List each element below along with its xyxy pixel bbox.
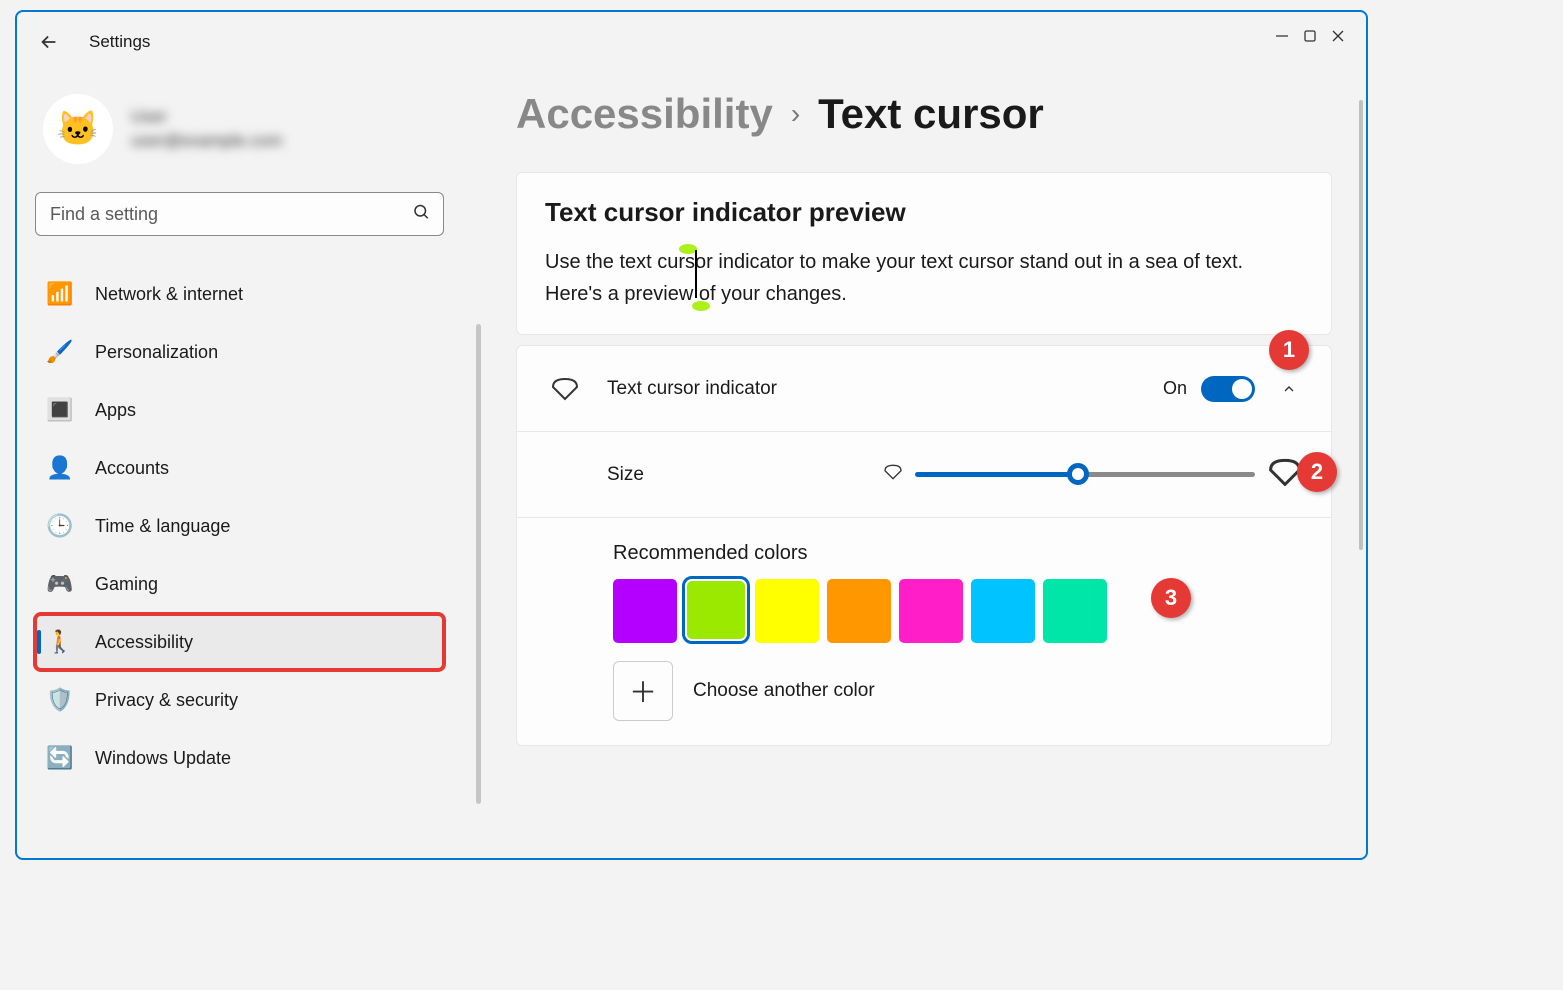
- preview-card: Text cursor indicator preview Use the te…: [516, 172, 1332, 335]
- breadcrumb: Accessibility › Text cursor: [516, 90, 1332, 138]
- update-icon: 🔄: [47, 745, 73, 771]
- search-input[interactable]: [35, 192, 444, 236]
- indicator-label: Text cursor indicator: [607, 378, 1163, 400]
- cursor-indicator-bottom-icon: [692, 301, 710, 311]
- indicator-row[interactable]: Text cursor indicator On 1: [517, 346, 1331, 432]
- brush-icon: 🖌️: [47, 339, 73, 365]
- nav-list: 📶 Network & internet 🖌️ Personalization …: [35, 266, 444, 786]
- choose-color-row: ＋ Choose another color: [613, 661, 1303, 721]
- wifi-icon: 📶: [47, 281, 73, 307]
- swatch-lime[interactable]: [687, 581, 745, 639]
- breadcrumb-current: Text cursor: [818, 90, 1044, 138]
- size-small-icon: [883, 464, 903, 485]
- sidebar-item-label: Time & language: [95, 516, 230, 537]
- chevron-right-icon: ›: [791, 98, 800, 130]
- sidebar-item-gaming[interactable]: 🎮 Gaming: [35, 556, 444, 612]
- toggle-state-label: On: [1163, 378, 1187, 399]
- cursor-indicator-bar-icon: [695, 250, 697, 298]
- sidebar-item-label: Network & internet: [95, 284, 243, 305]
- annotation-1: 1: [1269, 330, 1309, 370]
- swatch-orange[interactable]: [827, 579, 891, 643]
- scrollbar[interactable]: [1359, 100, 1363, 550]
- colors-heading: Recommended colors: [613, 542, 1303, 565]
- swatch-yellow[interactable]: [755, 579, 819, 643]
- sidebar-item-accessibility[interactable]: 🚶 Accessibility: [35, 614, 444, 670]
- cursor-icon: [545, 377, 585, 401]
- swatch-cyan[interactable]: [971, 579, 1035, 643]
- app-title: Settings: [89, 32, 150, 52]
- indicator-group: Text cursor indicator On 1 Size: [516, 345, 1332, 746]
- sidebar-item-label: Accessibility: [95, 632, 193, 653]
- colors-block: Recommended colors ＋ Cho: [517, 518, 1331, 745]
- size-slider[interactable]: [915, 472, 1255, 477]
- plus-icon: ＋: [629, 671, 657, 711]
- shield-icon: 🛡️: [47, 687, 73, 713]
- swatch-purple[interactable]: [613, 579, 677, 643]
- clock-icon: 🕒: [47, 513, 73, 539]
- minimize-button[interactable]: [1274, 28, 1290, 49]
- window-controls: [1254, 12, 1366, 65]
- back-button[interactable]: [29, 22, 69, 62]
- avatar: 🐱: [43, 94, 113, 164]
- annotation-3: 3: [1151, 578, 1191, 618]
- close-button[interactable]: [1330, 28, 1346, 49]
- titlebar: Settings: [17, 12, 1366, 72]
- size-label: Size: [607, 464, 883, 486]
- preview-text: Use the text cursor indicator to make yo…: [545, 246, 1303, 310]
- sidebar-item-personalization[interactable]: 🖌️ Personalization: [35, 324, 444, 380]
- sidebar-item-label: Windows Update: [95, 748, 231, 769]
- sidebar-item-label: Apps: [95, 400, 136, 421]
- sidebar-item-label: Accounts: [95, 458, 169, 479]
- sidebar: 🐱 User user@example.com 📶 Network & inte…: [17, 72, 462, 858]
- accessibility-icon: 🚶: [47, 629, 73, 655]
- sidebar-item-network[interactable]: 📶 Network & internet: [35, 266, 444, 322]
- indicator-toggle[interactable]: [1201, 376, 1255, 402]
- apps-icon: 🔳: [47, 397, 73, 423]
- main-content: Accessibility › Text cursor Text cursor …: [462, 72, 1366, 858]
- preview-heading: Text cursor indicator preview: [545, 197, 1303, 228]
- swatches: [613, 579, 1303, 643]
- annotation-2: 2: [1297, 452, 1337, 492]
- sidebar-item-update[interactable]: 🔄 Windows Update: [35, 730, 444, 786]
- sidebar-item-label: Personalization: [95, 342, 218, 363]
- person-icon: 👤: [47, 455, 73, 481]
- user-block[interactable]: 🐱 User user@example.com: [35, 72, 444, 192]
- choose-color-button[interactable]: ＋: [613, 661, 673, 721]
- breadcrumb-parent[interactable]: Accessibility: [516, 90, 773, 138]
- maximize-button[interactable]: [1302, 28, 1318, 49]
- sidebar-item-accounts[interactable]: 👤 Accounts: [35, 440, 444, 496]
- search-icon: [412, 203, 430, 226]
- sidebar-item-label: Privacy & security: [95, 690, 238, 711]
- slider-thumb[interactable]: [1067, 463, 1089, 485]
- choose-color-label: Choose another color: [693, 680, 875, 702]
- search-container: [35, 192, 444, 236]
- settings-window: Settings 🐱 User user@example.com: [15, 10, 1368, 860]
- swatch-magenta[interactable]: [899, 579, 963, 643]
- sidebar-item-privacy[interactable]: 🛡️ Privacy & security: [35, 672, 444, 728]
- sidebar-item-time[interactable]: 🕒 Time & language: [35, 498, 444, 554]
- sidebar-separator: [476, 324, 481, 804]
- user-email: user@example.com: [131, 131, 282, 151]
- size-row: Size 2: [517, 432, 1331, 518]
- user-name: User: [131, 107, 282, 127]
- sidebar-item-label: Gaming: [95, 574, 158, 595]
- sidebar-item-apps[interactable]: 🔳 Apps: [35, 382, 444, 438]
- chevron-up-icon[interactable]: [1275, 381, 1303, 397]
- swatch-teal[interactable]: [1043, 579, 1107, 643]
- gamepad-icon: 🎮: [47, 571, 73, 597]
